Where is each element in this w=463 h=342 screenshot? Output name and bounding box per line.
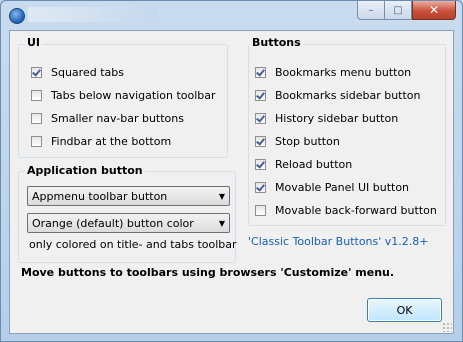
maximize-button[interactable]: □ — [384, 1, 412, 20]
window-title — [28, 7, 158, 22]
checkbox-label: Reload button — [275, 158, 353, 171]
checkbox-stop-button[interactable]: Stop button — [255, 134, 340, 149]
checkbox-box[interactable] — [255, 113, 266, 124]
checkbox-label: Smaller nav-bar buttons — [51, 112, 184, 125]
appmenu-combo[interactable]: Appmenu toolbar button ▼ — [27, 186, 230, 206]
checkbox-label: Stop button — [275, 135, 340, 148]
close-icon: ✕ — [428, 3, 440, 17]
checkbox-box[interactable] — [255, 136, 266, 147]
minimize-icon: – — [368, 4, 374, 16]
checkbox-bookmarks-sidebar-button[interactable]: Bookmarks sidebar button — [255, 88, 421, 103]
app-globe-icon — [9, 8, 25, 24]
ok-button-label: OK — [396, 303, 413, 317]
buttons-group-title: Buttons — [250, 36, 303, 49]
checkbox-label: Movable Panel UI button — [275, 181, 410, 194]
combo-value: Appmenu toolbar button — [32, 189, 168, 203]
chevron-down-icon[interactable]: ▼ — [215, 192, 229, 201]
dialog-window: – □ ✕ UI Squared tabs Tabs below navigat… — [0, 0, 463, 342]
checkbox-box[interactable] — [31, 136, 42, 147]
checkbox-box[interactable] — [255, 159, 266, 170]
checkbox-findbar-bottom[interactable]: Findbar at the bottom — [31, 134, 171, 149]
caption-buttons: – □ ✕ — [357, 1, 456, 20]
checkbox-label: Movable back-forward button — [275, 204, 437, 217]
checkbox-box[interactable] — [31, 67, 42, 78]
checkbox-label: Tabs below navigation toolbar — [51, 89, 216, 102]
checkbox-label: Findbar at the bottom — [51, 135, 172, 148]
checkbox-bookmarks-menu-button[interactable]: Bookmarks menu button — [255, 65, 411, 80]
title-bar[interactable]: – □ ✕ — [1, 1, 462, 29]
checkbox-squared-tabs[interactable]: Squared tabs — [31, 65, 124, 80]
maximize-icon: □ — [393, 4, 403, 16]
dialog-client-area: UI Squared tabs Tabs below navigation to… — [9, 30, 454, 334]
footer-instructions: Move buttons to toolbars using browsers … — [21, 266, 395, 279]
checkbox-smaller-nav-buttons[interactable]: Smaller nav-bar buttons — [31, 111, 184, 126]
version-link[interactable]: 'Classic Toolbar Buttons' v1.2.8+ — [248, 235, 429, 248]
checkbox-movable-back-forward-button[interactable]: Movable back-forward button — [255, 203, 437, 218]
minimize-button[interactable]: – — [357, 1, 384, 20]
ok-button[interactable]: OK — [367, 298, 442, 322]
ui-group-title: UI — [25, 36, 43, 49]
checkbox-box[interactable] — [255, 67, 266, 78]
chevron-down-icon[interactable]: ▼ — [215, 219, 229, 228]
checkbox-history-sidebar-button[interactable]: History sidebar button — [255, 111, 398, 126]
checkbox-box[interactable] — [255, 205, 266, 216]
checkbox-label: Bookmarks sidebar button — [275, 89, 421, 102]
checkbox-reload-button[interactable]: Reload button — [255, 157, 352, 172]
checkbox-label: Bookmarks menu button — [275, 66, 412, 79]
checkbox-movable-panel-ui-button[interactable]: Movable Panel UI button — [255, 180, 409, 195]
checkbox-box[interactable] — [31, 113, 42, 124]
checkbox-label: History sidebar button — [275, 112, 399, 125]
resize-grip-icon[interactable] — [442, 322, 452, 332]
close-button[interactable]: ✕ — [412, 1, 456, 20]
checkbox-tabs-below-nav[interactable]: Tabs below navigation toolbar — [31, 88, 216, 103]
checkbox-box[interactable] — [255, 182, 266, 193]
checkbox-box[interactable] — [255, 90, 266, 101]
button-color-combo[interactable]: Orange (default) button color ▼ — [27, 213, 230, 233]
combo-value: Orange (default) button color — [32, 216, 194, 230]
color-note: only colored on title- and tabs toolbar — [29, 238, 237, 251]
checkbox-box[interactable] — [31, 90, 42, 101]
checkbox-label: Squared tabs — [51, 66, 124, 79]
app-button-group-title: Application button — [25, 164, 145, 177]
